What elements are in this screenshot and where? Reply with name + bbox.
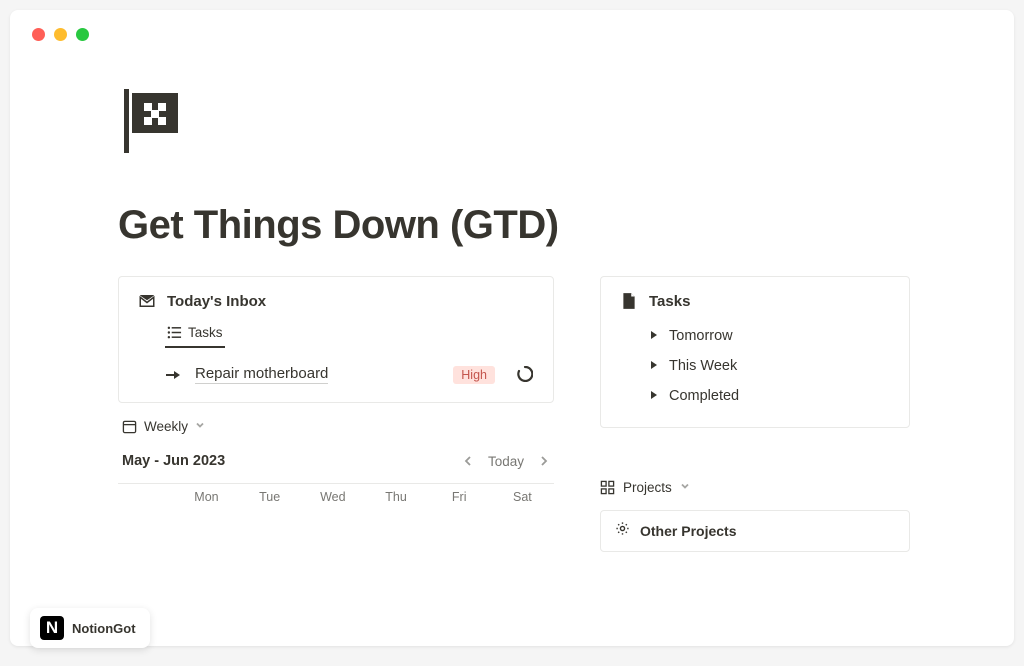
weekday-label: Tue: [238, 490, 301, 504]
arrow-right-icon: [165, 367, 183, 383]
task-name[interactable]: Repair motherboard: [195, 365, 328, 384]
weekday-label: Thu: [364, 490, 427, 504]
inbox-title: Today's Inbox: [167, 293, 266, 310]
other-projects-label: Other Projects: [640, 523, 736, 539]
caret-right-icon: [649, 327, 659, 345]
weekday-label: Fri: [428, 490, 491, 504]
task-group-completed[interactable]: Completed: [625, 381, 891, 411]
maximize-window-button[interactable]: [76, 28, 89, 41]
tab-tasks[interactable]: Tasks: [165, 321, 225, 348]
chevron-down-icon: [195, 417, 205, 435]
tasks-card: Tasks Tomorrow This Week C: [600, 276, 910, 428]
calendar-view-label: Weekly: [144, 419, 188, 434]
board-icon: [600, 480, 615, 495]
inbox-icon: [137, 291, 157, 311]
weekday-label: [118, 490, 175, 504]
gear-icon: [615, 521, 630, 541]
close-window-button[interactable]: [32, 28, 45, 41]
inbox-card: Today's Inbox Tasks Repair motherboard: [118, 276, 554, 403]
priority-tag: High: [453, 366, 495, 384]
task-group-label: Tomorrow: [669, 328, 733, 344]
caret-right-icon: [649, 357, 659, 375]
calendar-view-selector[interactable]: Weekly: [118, 417, 554, 435]
weekday-label: Mon: [175, 490, 238, 504]
task-group-this-week[interactable]: This Week: [625, 351, 891, 381]
app-window: Get Things Down (GTD) Today's Inbox Task…: [10, 10, 1014, 646]
minimize-window-button[interactable]: [54, 28, 67, 41]
window-controls: [10, 10, 1014, 41]
notiongot-logo: N: [40, 616, 64, 640]
task-group-label: This Week: [669, 358, 737, 374]
calendar-icon: [122, 419, 137, 434]
notiongot-badge[interactable]: N NotionGot: [30, 608, 150, 648]
page-title[interactable]: Get Things Down (GTD): [118, 203, 914, 248]
task-group-tomorrow[interactable]: Tomorrow: [625, 321, 891, 351]
calendar-today-button[interactable]: Today: [488, 454, 524, 469]
other-projects-card[interactable]: Other Projects: [600, 510, 910, 552]
task-row[interactable]: Repair motherboard High: [137, 351, 535, 386]
chevron-down-icon: [680, 478, 690, 496]
calendar-next-button[interactable]: [538, 455, 550, 467]
caret-right-icon: [649, 387, 659, 405]
page-icon-flag[interactable]: [122, 89, 914, 153]
weekday-label: Sat: [491, 490, 554, 504]
task-group-label: Completed: [669, 388, 739, 404]
calendar-prev-button[interactable]: [462, 455, 474, 467]
projects-view-selector[interactable]: Projects: [600, 478, 910, 496]
tasks-card-title: Tasks: [649, 293, 690, 310]
weekday-label: Wed: [301, 490, 364, 504]
calendar-range: May - Jun 2023: [122, 453, 225, 469]
page-icon: [619, 291, 639, 311]
status-icon: [517, 366, 535, 384]
projects-label: Projects: [623, 480, 672, 495]
notiongot-text: NotionGot: [72, 621, 136, 636]
tab-tasks-label: Tasks: [188, 325, 223, 340]
list-icon: [167, 325, 182, 340]
calendar-weekdays: Mon Tue Wed Thu Fri Sat: [118, 483, 554, 504]
